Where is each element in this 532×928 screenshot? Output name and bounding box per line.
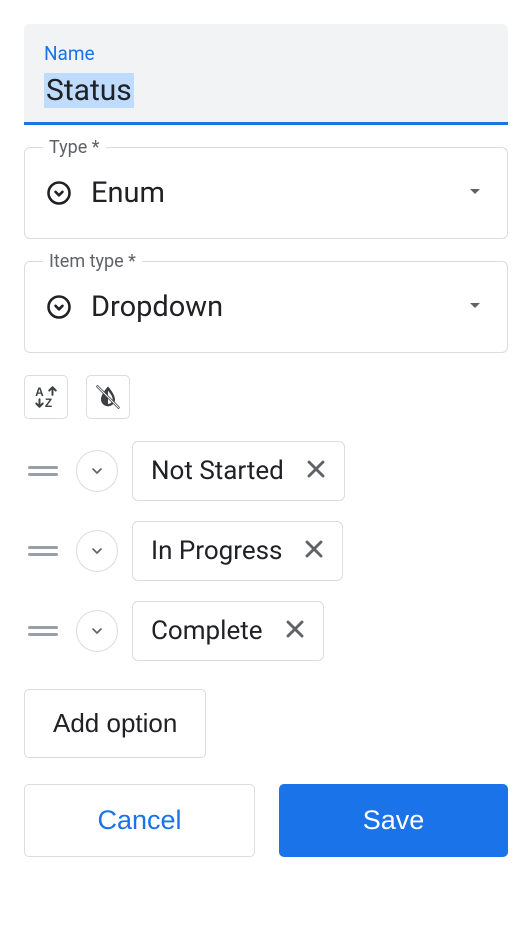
caret-down-icon bbox=[463, 293, 487, 321]
option-chip[interactable]: Not Started bbox=[132, 441, 345, 501]
circle-dropdown-icon bbox=[45, 293, 73, 321]
caret-down-icon bbox=[463, 179, 487, 207]
cancel-button[interactable]: Cancel bbox=[24, 784, 255, 857]
option-label: Not Started bbox=[151, 456, 284, 486]
drag-handle-icon[interactable] bbox=[24, 546, 62, 556]
sort-az-button[interactable]: A Z bbox=[24, 375, 68, 419]
name-value[interactable]: Status bbox=[44, 73, 134, 108]
drag-handle-icon[interactable] bbox=[24, 466, 62, 476]
option-label: Complete bbox=[151, 616, 263, 646]
save-button[interactable]: Save bbox=[279, 784, 508, 857]
item-type-select-value: Dropdown bbox=[91, 290, 445, 324]
name-label: Name bbox=[44, 42, 488, 65]
drag-handle-icon[interactable] bbox=[24, 626, 62, 636]
remove-option-icon[interactable] bbox=[300, 535, 328, 567]
option-row: In Progress bbox=[24, 521, 508, 581]
circle-dropdown-icon bbox=[45, 179, 73, 207]
type-select-label: Type * bbox=[43, 137, 106, 158]
svg-text:Z: Z bbox=[45, 396, 52, 410]
invert-colors-off-button[interactable] bbox=[86, 375, 130, 419]
remove-option-icon[interactable] bbox=[281, 615, 309, 647]
enum-toolbar: A Z bbox=[24, 375, 508, 419]
option-menu-button[interactable] bbox=[76, 450, 118, 492]
add-option-button[interactable]: Add option bbox=[24, 689, 206, 758]
option-menu-button[interactable] bbox=[76, 530, 118, 572]
option-menu-button[interactable] bbox=[76, 610, 118, 652]
item-type-select[interactable]: Item type * Dropdown bbox=[24, 261, 508, 353]
type-select[interactable]: Type * Enum bbox=[24, 147, 508, 239]
svg-text:A: A bbox=[35, 385, 44, 399]
remove-option-icon[interactable] bbox=[302, 455, 330, 487]
item-type-select-label: Item type * bbox=[43, 251, 142, 272]
name-field[interactable]: Name Status bbox=[24, 24, 508, 125]
option-chip[interactable]: Complete bbox=[132, 601, 324, 661]
type-select-value: Enum bbox=[91, 176, 445, 210]
option-row: Complete bbox=[24, 601, 508, 661]
dialog-footer: Cancel Save bbox=[24, 784, 508, 857]
option-row: Not Started bbox=[24, 441, 508, 501]
option-chip[interactable]: In Progress bbox=[132, 521, 343, 581]
option-label: In Progress bbox=[151, 536, 282, 566]
